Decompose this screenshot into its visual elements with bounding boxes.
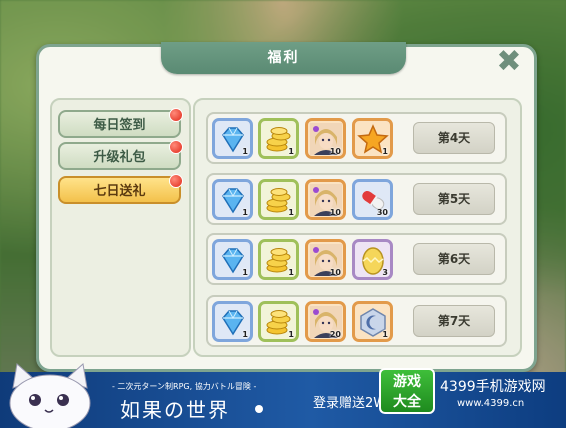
reward-item-diamond[interactable]: 1 [212,118,253,159]
site-brand: 4399手机游戏网 [440,379,546,395]
sidebar-item-label: 升级礼包 [93,150,146,165]
reward-row: 1 1 10 3 第6天 [206,233,507,285]
logo-text-top: 游戏 [393,374,421,390]
day-label: 第4天 [413,122,495,154]
reward-item-character[interactable]: 10 [305,118,346,159]
game-collection-logo[interactable]: 游戏 大全 [379,368,435,414]
reward-item-moon-gem[interactable]: 1 [352,301,393,342]
sidebar-item-daily-checkin[interactable]: 每日签到 [58,108,183,138]
notification-dot-icon [169,174,183,188]
item-quantity: 1 [382,330,388,339]
item-quantity: 1 [242,268,248,277]
reward-row: 1 1 10 30 第5天 [206,173,507,225]
item-quantity: 1 [382,147,388,156]
day-label: 第5天 [413,183,495,215]
mascot-cat-icon [9,363,91,428]
item-quantity: 20 [329,330,341,339]
banner-slogan: - 二次元ターン制RPG, 協力バトル冒険 - [112,382,257,391]
item-quantity: 1 [288,147,294,156]
reward-item-diamond[interactable]: 1 [212,239,253,280]
logo-text-bottom: 大全 [393,394,421,410]
site-url: www.4399.cn [457,398,525,409]
close-icon[interactable]: ✖ [494,47,524,77]
reward-item-gold[interactable]: 1 [258,118,299,159]
notification-dot-icon [169,140,183,154]
item-quantity: 10 [329,208,341,217]
item-quantity: 10 [329,147,341,156]
reward-row: 1 1 20 1 第7天 [206,295,507,347]
sidebar-item-level-pack[interactable]: 升级礼包 [58,140,183,170]
reward-item-character[interactable]: 20 [305,301,346,342]
day-label: 第7天 [413,305,495,337]
day-label: 第6天 [413,243,495,275]
sidebar-item-seven-day-gift[interactable]: 七日送礼 [58,174,183,204]
reward-item-egg[interactable]: 3 [352,239,393,280]
reward-item-gold[interactable]: 1 [258,239,299,280]
item-quantity: 30 [376,208,388,217]
notification-dot-icon [169,108,183,122]
reward-item-gold[interactable]: 1 [258,301,299,342]
item-quantity: 1 [242,208,248,217]
reward-item-gold[interactable]: 1 [258,179,299,220]
banner-game-name: 如果の世界 [120,398,230,422]
item-quantity: 1 [242,330,248,339]
reward-item-diamond[interactable]: 1 [212,301,253,342]
item-quantity: 1 [242,147,248,156]
sidebar-item-label: 七日送礼 [93,184,146,199]
sidebar-item-label: 每日签到 [93,118,146,133]
item-quantity: 1 [288,208,294,217]
item-quantity: 3 [382,268,388,277]
reward-item-diamond[interactable]: 1 [212,179,253,220]
reward-item-character[interactable]: 10 [305,239,346,280]
reward-item-star[interactable]: 1 [352,118,393,159]
reward-row: 1 1 10 1 第4天 [206,112,507,164]
item-quantity: 10 [329,268,341,277]
item-quantity: 1 [288,268,294,277]
dialog-title: 福利 [161,42,406,74]
reward-item-character[interactable]: 10 [305,179,346,220]
reward-item-capsule[interactable]: 30 [352,179,393,220]
item-quantity: 1 [288,330,294,339]
banner-promo-text: 登录赠送2W [313,396,387,411]
banner-dot-icon [255,405,263,413]
